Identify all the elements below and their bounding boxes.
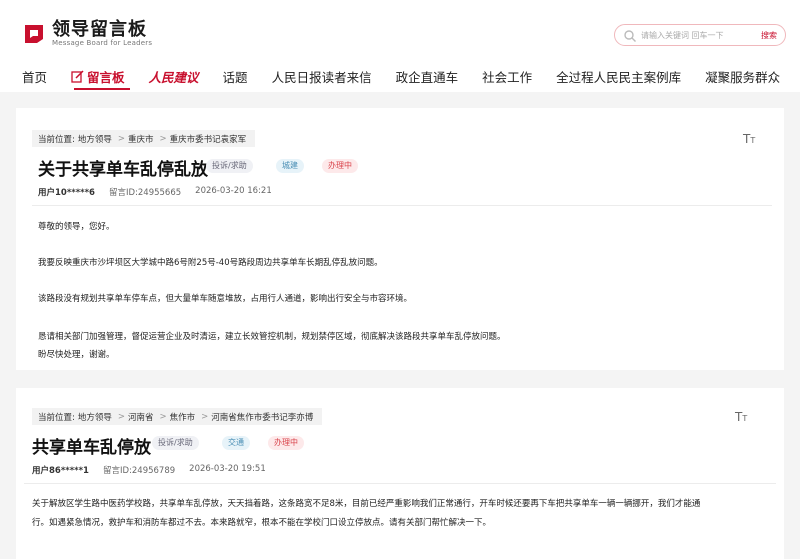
logo-title: 领导留言板 — [52, 18, 147, 40]
post-time: 2026-03-20 16:21 — [195, 186, 272, 196]
nav-label: 全过程人民民主案例库 — [556, 69, 682, 85]
message-card: 当前位置: 地方领导 > 河南省 > 焦作市 > 河南省焦作市委书记李亦博 TT… — [16, 388, 784, 559]
breadcrumb-label: 当前位置: — [38, 412, 75, 423]
divider — [32, 205, 772, 206]
breadcrumb-separator: > — [159, 411, 167, 422]
nav-item-message-board[interactable]: 留言板 — [71, 67, 125, 86]
breadcrumb-link[interactable]: 重庆市 — [128, 133, 154, 145]
nav-label: 人民日报读者来信 — [271, 69, 372, 85]
nav-item-serve-masses[interactable]: 凝聚服务群众 — [705, 67, 780, 86]
search-input[interactable] — [641, 30, 759, 40]
nav-active-indicator — [74, 88, 130, 90]
post-user: 用户10*****6 — [38, 188, 95, 198]
breadcrumb-link[interactable]: 焦作市 — [170, 411, 196, 423]
nav-label: 人民建议 — [148, 69, 199, 85]
breadcrumb-link[interactable]: 河南省 — [128, 411, 154, 423]
font-size-icon[interactable]: TT — [735, 410, 747, 424]
nav-item-topics[interactable]: 话题 — [223, 67, 248, 86]
site-logo[interactable]: 领导留言板 Message Board for Leaders — [22, 18, 152, 50]
message-card: 当前位置: 地方领导 > 重庆市 > 重庆市委书记袁家军 TT 关于共享单车乱停… — [16, 108, 784, 370]
logo-mark-icon — [22, 22, 46, 46]
tag-type: 投诉/求助 — [206, 159, 253, 173]
post-paragraph: 恳请相关部门加强管理，督促运营企业及时清运，建立长效管控机制，规划禁停区域，彻底… — [38, 332, 506, 342]
post-meta: 用户86*****1 留言ID:24956789 2026-03-20 19:5… — [32, 464, 280, 476]
breadcrumb: 当前位置: 地方领导 > 河南省 > 焦作市 > 河南省焦作市委书记李亦博 — [32, 408, 323, 425]
breadcrumb-separator: > — [159, 133, 167, 144]
nav-label: 话题 — [222, 69, 248, 85]
edit-icon — [71, 69, 84, 83]
breadcrumb-link[interactable]: 地方领导 — [78, 133, 112, 145]
breadcrumb-link[interactable]: 重庆市委书记袁家军 — [170, 133, 247, 145]
breadcrumb-link[interactable]: 地方领导 — [78, 411, 112, 423]
status-badge: 办理中 — [322, 159, 358, 173]
nav-item-home[interactable]: 首页 — [22, 67, 47, 86]
breadcrumb-separator: > — [117, 411, 126, 422]
divider — [24, 483, 776, 484]
nav-label: 凝聚服务群众 — [705, 69, 781, 85]
breadcrumb-label: 当前位置: — [38, 134, 75, 145]
post-meta: 用户10*****6 留言ID:24955665 2026-03-20 16:2… — [38, 186, 286, 198]
logo-subtitle: Message Board for Leaders — [52, 38, 153, 47]
nav-item-social-work[interactable]: 社会工作 — [482, 67, 532, 86]
post-paragraph: 行。如遇紧急情况，救护车和消防车都过不去。本来路就窄，根本不能在学校门口设立停放… — [32, 518, 492, 528]
post-paragraph: 尊敬的领导，您好。 — [38, 222, 115, 232]
breadcrumb: 当前位置: 地方领导 > 重庆市 > 重庆市委书记袁家军 — [32, 130, 256, 147]
breadcrumb-separator: > — [117, 133, 126, 144]
tag-category: 城建 — [276, 159, 304, 173]
post-message-id: 留言ID:24955665 — [108, 188, 182, 198]
nav-item-readers-letters[interactable]: 人民日报读者来信 — [272, 67, 372, 86]
nav-item-gov-enterprise[interactable]: 政企直通车 — [396, 67, 459, 86]
post-paragraph: 盼尽快处理，谢谢。 — [38, 350, 115, 360]
post-title: 关于共享单车乱停乱放 — [38, 160, 208, 180]
post-paragraph: 关于解放区学生路中医药学校路，共享单车乱停放，天天挡着路，这条路宽不足8米，目前… — [32, 499, 701, 509]
search-icon — [623, 28, 637, 42]
font-size-icon[interactable]: TT — [743, 132, 755, 146]
nav-item-people-suggestion[interactable]: 人民建议 — [149, 67, 199, 86]
post-time: 2026-03-20 19:51 — [189, 464, 266, 474]
search-box: 搜索 — [614, 24, 786, 46]
nav-label: 社会工作 — [482, 69, 533, 85]
nav-label: 首页 — [22, 69, 48, 85]
main-nav: 首页 留言板 人民建议 话题 人民日报读者来信 政企直通车 社会工作 全过程人民… — [22, 64, 800, 88]
breadcrumb-separator: > — [201, 411, 209, 422]
post-paragraph: 该路段没有规划共享单车停车点，但大量单车随意堆放，占用行人通道，影响出行安全与市… — [38, 294, 413, 304]
breadcrumb-link[interactable]: 河南省焦作市委书记李亦博 — [211, 411, 313, 423]
post-message-id: 留言ID:24956789 — [102, 466, 176, 476]
nav-label: 留言板 — [87, 69, 125, 85]
nav-label: 政企直通车 — [395, 69, 459, 85]
post-title: 共享单车乱停放 — [32, 438, 151, 458]
search-button[interactable]: 搜索 — [761, 30, 777, 41]
nav-item-democracy-cases[interactable]: 全过程人民民主案例库 — [556, 67, 681, 86]
post-user: 用户86*****1 — [32, 466, 89, 476]
tag-category: 交通 — [222, 436, 250, 450]
post-paragraph: 我要反映重庆市沙坪坝区大学城中路6号附25号-40号路段周边共享单车长期乱停乱放… — [38, 258, 383, 268]
status-badge: 办理中 — [268, 436, 304, 450]
tag-type: 投诉/求助 — [152, 436, 199, 450]
